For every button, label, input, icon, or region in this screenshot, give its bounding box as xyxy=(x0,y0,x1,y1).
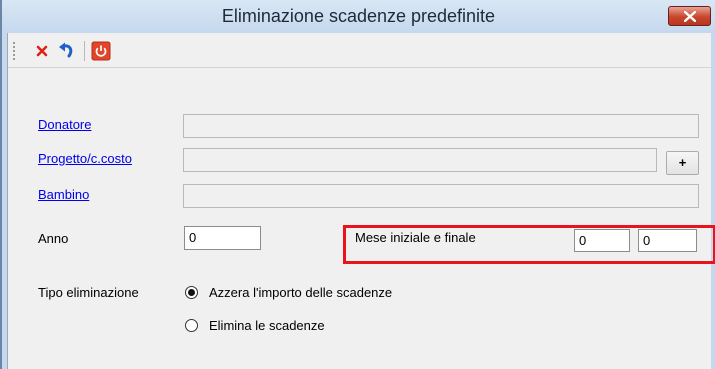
undo-arrow-icon xyxy=(59,42,73,58)
azzera-radio[interactable] xyxy=(185,286,198,299)
elimina-option-label[interactable]: Elimina le scadenze xyxy=(209,318,325,334)
dialog-body: Donatore Progetto/c.costo + Bambino Anno… xyxy=(7,33,711,369)
elimina-radio[interactable] xyxy=(185,319,198,332)
tipo-eliminazione-label: Tipo eliminazione xyxy=(38,285,139,300)
exit-button[interactable] xyxy=(91,41,111,61)
progetto-field[interactable] xyxy=(183,148,657,172)
undo-button[interactable] xyxy=(56,41,76,61)
toolbar-grip[interactable] xyxy=(13,42,15,60)
anno-input[interactable]: 0 xyxy=(184,226,261,250)
donatore-field[interactable] xyxy=(183,114,699,138)
power-icon xyxy=(91,41,111,61)
delete-button[interactable] xyxy=(32,41,52,61)
window-title: Eliminazione scadenze predefinite xyxy=(221,6,496,26)
close-icon xyxy=(684,11,696,22)
dialog-window: Eliminazione scadenze predefinite Donato… xyxy=(0,0,715,369)
progetto-link[interactable]: Progetto/c.costo xyxy=(38,151,132,167)
toolbar-separator xyxy=(84,41,85,61)
red-x-icon xyxy=(36,45,48,57)
title-bar[interactable]: Eliminazione scadenze predefinite xyxy=(2,0,715,33)
toolbar xyxy=(8,33,711,68)
bambino-field[interactable] xyxy=(183,184,699,208)
highlight-box xyxy=(343,225,715,264)
close-button[interactable] xyxy=(668,6,711,26)
add-progetto-button[interactable]: + xyxy=(666,151,699,175)
bambino-link[interactable]: Bambino xyxy=(38,187,89,203)
anno-label: Anno xyxy=(38,231,69,246)
donatore-link[interactable]: Donatore xyxy=(38,117,91,133)
azzera-option-label[interactable]: Azzera l'importo delle scadenze xyxy=(209,285,392,301)
radio-selected-dot xyxy=(188,289,195,296)
